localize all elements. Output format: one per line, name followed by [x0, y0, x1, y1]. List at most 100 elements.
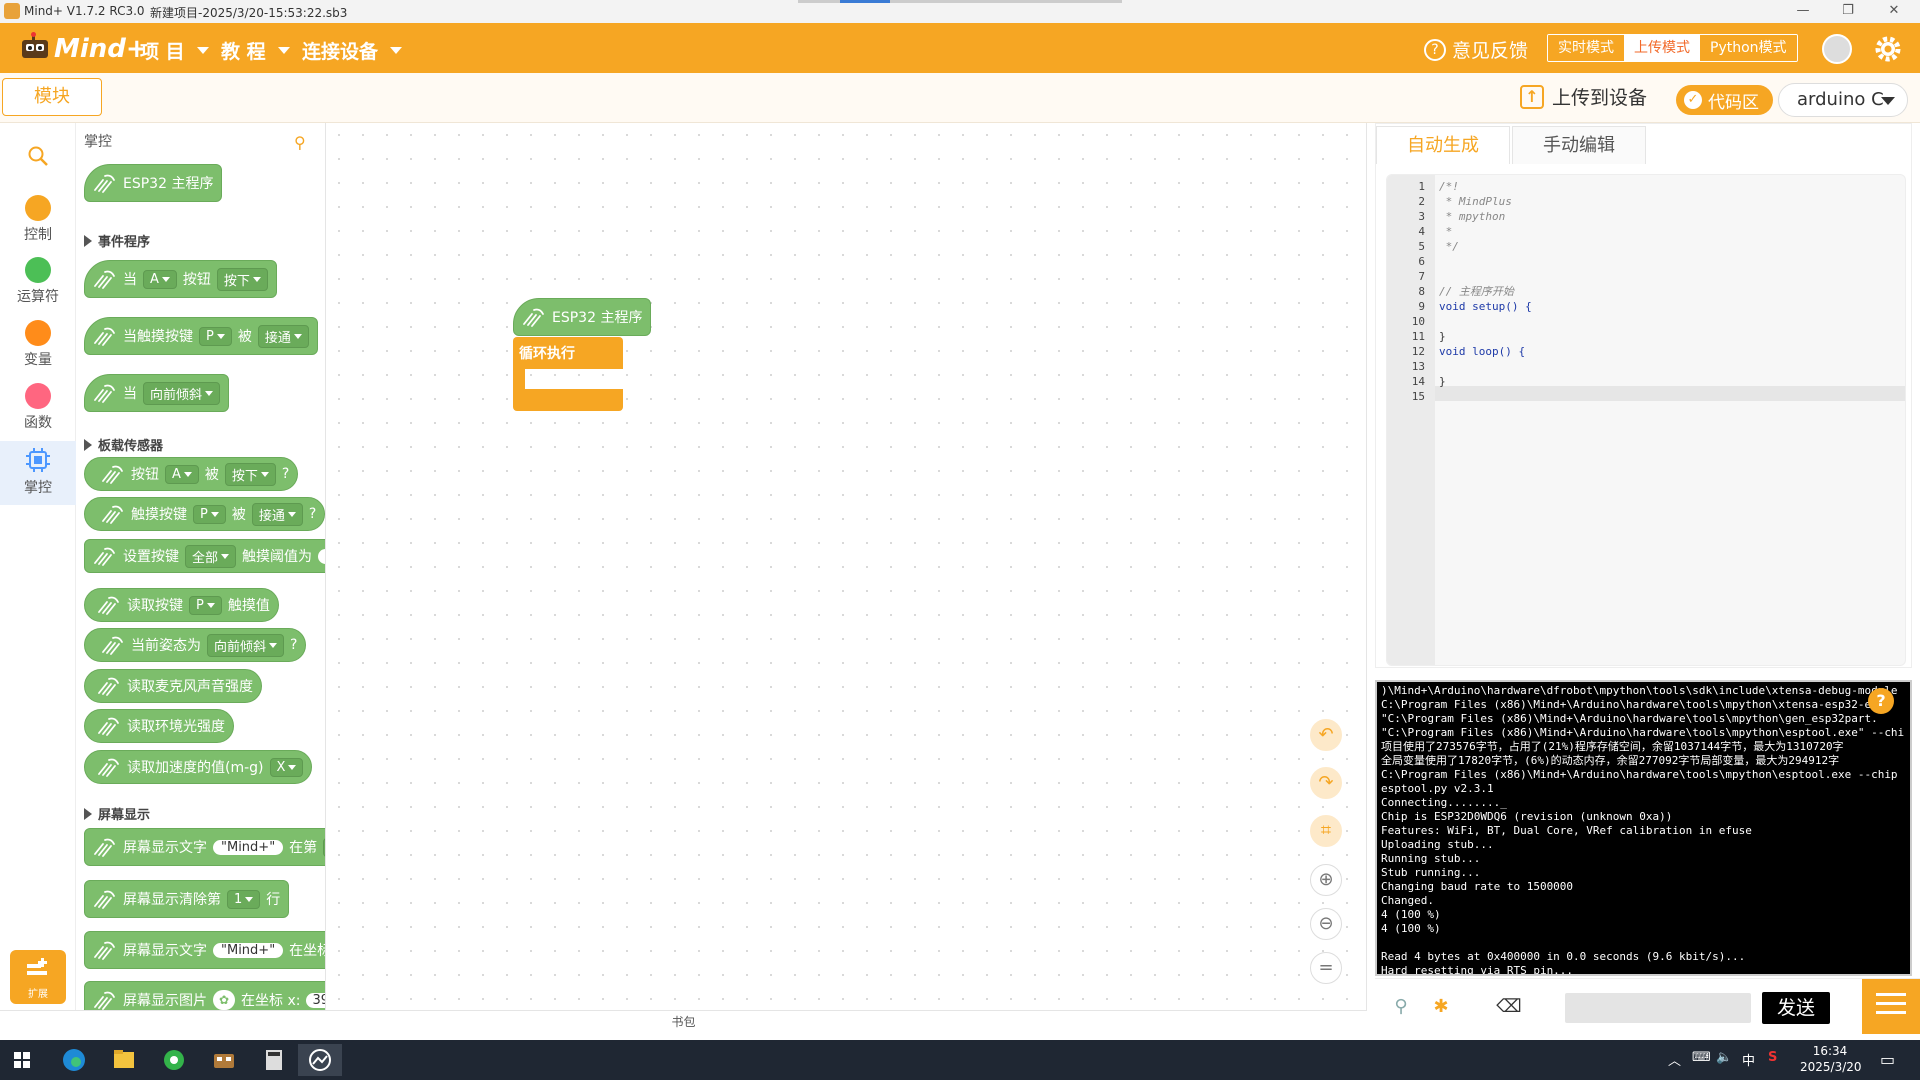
serial-input[interactable]: [1565, 993, 1751, 1023]
send-button[interactable]: 发送: [1762, 992, 1830, 1024]
menu-connect-device[interactable]: 连接设备: [302, 37, 403, 64]
volume-icon[interactable]: 🔈: [1716, 1050, 1732, 1065]
dropdown[interactable]: 全部: [185, 544, 237, 568]
block-read-touch[interactable]: 读取按键 P 触摸值: [84, 588, 279, 622]
undo-icon[interactable]: ↶: [1310, 719, 1342, 751]
block-posture[interactable]: 当前姿态为 向前倾斜?: [84, 628, 307, 662]
dropdown[interactable]: X: [269, 757, 304, 777]
block-read-mic[interactable]: 读取麦克风声音强度: [84, 669, 262, 703]
zoom-out-icon[interactable]: ⊖: [1310, 908, 1342, 940]
dropdown[interactable]: P: [189, 595, 222, 615]
dropdown[interactable]: P: [199, 326, 232, 346]
serial-output-console[interactable]: )\Mind+\Arduino\hardware\dfrobot\mpython…: [1375, 680, 1912, 976]
feedback-button[interactable]: ? 意见反馈: [1424, 36, 1528, 63]
block-clear-line[interactable]: 屏幕显示清除第 1 行: [84, 880, 290, 918]
tray-chevron-icon[interactable]: ︿: [1668, 1050, 1681, 1069]
code-area-toggle[interactable]: ✓ 代码区: [1676, 85, 1773, 115]
network-icon[interactable]: ⌨: [1692, 1050, 1711, 1065]
dropdown[interactable]: 1: [323, 837, 325, 857]
block-touch-pressed[interactable]: 触摸按键 P 被接通?: [84, 497, 325, 531]
block-display-text[interactable]: 屏幕显示文字"Mind+"在第1行: [84, 828, 325, 866]
zoom-in-icon[interactable]: ⊕: [1310, 864, 1342, 896]
clear-output-icon[interactable]: ⌫: [1495, 993, 1523, 1021]
category-functions[interactable]: 函数: [0, 383, 76, 432]
category-variables[interactable]: 变量: [0, 320, 76, 369]
mindplus-task-icon[interactable]: [202, 1044, 246, 1076]
block-when-touch[interactable]: 当触摸按键 P 被接通: [84, 317, 318, 355]
tab-manual-edit[interactable]: 手动编辑: [1512, 126, 1646, 164]
number-input[interactable]: 39: [306, 992, 325, 1008]
block-read-accel[interactable]: 读取加速度的值(m-g) X: [84, 750, 313, 784]
dropdown[interactable]: A: [143, 269, 177, 289]
photos-icon[interactable]: [298, 1044, 342, 1076]
block-esp32-main[interactable]: ESP32 主程序: [84, 164, 223, 202]
block-button-pressed[interactable]: 按钮 A 被按下?: [84, 457, 299, 491]
close-icon[interactable]: ✕: [1884, 2, 1904, 20]
usb-icon[interactable]: ⚲: [1387, 993, 1415, 1021]
menu-project[interactable]: 项 目: [140, 37, 209, 64]
menu-list-icon[interactable]: [1862, 979, 1920, 1034]
block-set-threshold[interactable]: 设置按键全部触摸阈值为 35: [84, 539, 325, 573]
block-when-tilt[interactable]: 当向前倾斜: [84, 374, 230, 412]
browser-icon[interactable]: [152, 1044, 196, 1076]
section-display[interactable]: 屏幕显示: [84, 804, 150, 823]
search-button[interactable]: [0, 145, 76, 171]
mode-upload[interactable]: 上传模式: [1624, 35, 1700, 61]
crop-icon[interactable]: ⌗: [1310, 815, 1342, 847]
dropdown[interactable]: 1: [227, 889, 261, 909]
script-workspace[interactable]: [327, 123, 1367, 1010]
workspace-block-esp32-main[interactable]: ESP32 主程序: [513, 298, 652, 336]
dropdown[interactable]: A: [165, 464, 199, 484]
file-explorer-icon[interactable]: [102, 1044, 146, 1076]
mode-python[interactable]: Python模式: [1700, 35, 1797, 61]
category-zhangkong[interactable]: 掌控: [0, 441, 76, 505]
number-input[interactable]: 35: [318, 548, 325, 564]
block-display-text-xy[interactable]: 屏幕显示文字"Mind+"在坐标 X:42Y:22预览◉: [84, 931, 325, 969]
extensions-button[interactable]: 扩展: [10, 950, 66, 1004]
restore-icon[interactable]: ❐: [1838, 2, 1858, 20]
zoom-reset-icon[interactable]: =: [1310, 952, 1342, 984]
notification-icon[interactable]: ▭: [1880, 1050, 1895, 1069]
upload-to-device-button[interactable]: ↑ 上传到设备: [1520, 83, 1647, 110]
menu-tutorial[interactable]: 教 程: [221, 37, 290, 64]
ime-indicator[interactable]: 中: [1742, 1050, 1755, 1069]
dropdown[interactable]: 向前倾斜: [143, 381, 221, 405]
minimize-icon[interactable]: —: [1793, 2, 1813, 20]
clock[interactable]: 16:34 2025/3/20: [1800, 1043, 1862, 1075]
mode-realtime[interactable]: 实时模式: [1548, 35, 1624, 61]
board-select[interactable]: arduino C: [1778, 83, 1908, 117]
dropdown[interactable]: 按下: [224, 462, 276, 486]
clock-date: 2025/3/20: [1800, 1060, 1862, 1074]
section-events[interactable]: 事件程序: [84, 231, 150, 250]
code-editor[interactable]: 1 /*! 2 * MindPlus 3 * mpython 4 * 5 */ 6 7 8 // …: [1386, 174, 1906, 666]
tab-modules[interactable]: 模块: [2, 78, 102, 116]
calculator-icon[interactable]: [252, 1044, 296, 1076]
sogou-icon[interactable]: S: [1768, 1050, 1777, 1065]
windows-start-icon[interactable]: [14, 1052, 30, 1068]
redo-icon[interactable]: ↷: [1310, 767, 1342, 799]
dropdown[interactable]: 按下: [216, 267, 268, 291]
category-control[interactable]: 控制: [0, 195, 76, 244]
dropdown[interactable]: P: [193, 504, 226, 524]
pin-icon[interactable]: ⚲: [294, 133, 306, 152]
edge-icon[interactable]: [52, 1044, 96, 1076]
text-input[interactable]: "Mind+": [213, 839, 284, 855]
block-label: ?: [308, 506, 317, 522]
dropdown[interactable]: 向前倾斜: [207, 633, 285, 657]
section-sensors[interactable]: 板载传感器: [84, 435, 163, 454]
backpack-bar[interactable]: 书包: [0, 1010, 1367, 1033]
avatar[interactable]: [1822, 34, 1852, 64]
dropdown[interactable]: 接通: [251, 502, 303, 526]
tab-auto-generate[interactable]: 自动生成: [1376, 126, 1510, 164]
block-display-image[interactable]: 屏幕显示图片✿在坐标 x:39y:7: [84, 981, 325, 1010]
dropdown[interactable]: 接通: [257, 324, 309, 348]
gear-icon[interactable]: [1873, 34, 1903, 64]
help-icon[interactable]: ?: [1868, 688, 1894, 714]
scroll-lock-icon[interactable]: ✱: [1427, 993, 1455, 1021]
workspace-block-forever[interactable]: 循环执行: [513, 337, 623, 411]
block-read-light[interactable]: 读取环境光强度: [84, 709, 234, 743]
block-when-button[interactable]: 当 A 按钮 按下: [84, 260, 277, 298]
category-operators[interactable]: 运算符: [0, 257, 76, 306]
text-input[interactable]: "Mind+": [213, 942, 284, 958]
image-picker-icon[interactable]: ✿: [213, 990, 235, 1010]
